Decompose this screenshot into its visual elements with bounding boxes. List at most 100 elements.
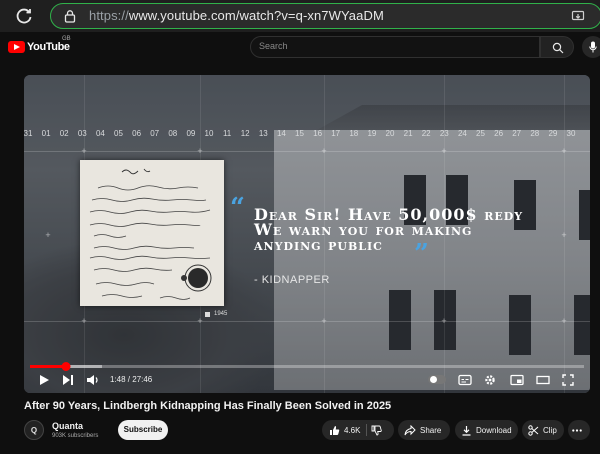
timeline-tick-label: 16 — [313, 129, 323, 138]
timeline-tick-label: 18 — [349, 129, 359, 138]
theater-mode-icon[interactable] — [536, 374, 550, 386]
miniplayer-icon[interactable] — [510, 374, 524, 386]
search-button[interactable] — [540, 36, 574, 58]
share-arrow-icon — [404, 424, 416, 435]
timeline-tick-label: 04 — [95, 129, 105, 138]
more-horizontal-icon — [572, 428, 582, 432]
share-button[interactable]: Share — [398, 420, 450, 440]
timeline-tick-label: 23 — [439, 129, 449, 138]
clip-label: Clip — [543, 425, 557, 435]
year-marker-icon — [205, 312, 210, 317]
address-bar[interactable]: https://www.youtube.com/watch?v=q-xn7WYa… — [50, 3, 600, 29]
voice-search-button[interactable] — [582, 36, 600, 58]
timeline-tick-label: 19 — [367, 129, 377, 138]
timeline-tick-label: 03 — [77, 129, 87, 138]
progress-bar[interactable] — [30, 362, 584, 371]
search-placeholder: Search — [259, 41, 288, 51]
timeline-tick-label: 12 — [240, 129, 250, 138]
scissors-icon — [528, 424, 539, 436]
like-dislike-group: 4.6K — [322, 420, 394, 440]
timeline-tick-label: 25 — [476, 129, 485, 138]
more-actions-button[interactable] — [568, 420, 590, 440]
timeline-tick-label: 11 — [222, 129, 232, 138]
grid-plus-marker: + — [197, 146, 203, 156]
timeline-tick-label: 10 — [204, 129, 214, 138]
timeline-tick-label: 01 — [41, 129, 51, 138]
timeline-tick-label: 30 — [566, 129, 576, 138]
subscriber-count: 903K subscribers — [52, 433, 99, 439]
subscribe-button[interactable]: Subscribe — [118, 420, 168, 440]
timeline-tick-label: 02 — [59, 129, 69, 138]
browser-toolbar: https://www.youtube.com/watch?v=q-xn7WYa… — [0, 0, 600, 32]
volume-icon[interactable] — [86, 374, 100, 386]
timeline-tick-label: 26 — [494, 129, 504, 138]
like-button[interactable]: 4.6K — [322, 420, 366, 440]
dislike-button[interactable] — [371, 420, 393, 440]
lock-icon[interactable] — [63, 9, 77, 23]
scrubber-handle[interactable] — [61, 362, 71, 371]
channel-avatar-letter: Q — [30, 425, 38, 435]
grid-plus-marker: + — [45, 230, 51, 240]
video-player[interactable]: + + + + + + + + + + + + 31 01 02 03 04 05 06 07 08 09 10 11 12 1… — [24, 75, 590, 393]
timeline-tick-label: 21 — [403, 129, 413, 138]
timeline-ticks: 31 01 02 03 04 05 06 07 08 09 10 11 12 13 14 15 16 17 18 19… — [24, 129, 590, 145]
close-quote-icon: ” — [414, 239, 429, 269]
settings-gear-icon[interactable] — [484, 374, 496, 386]
channel-name[interactable]: Quanta — [52, 421, 83, 431]
grid-plus-marker: + — [561, 316, 567, 326]
ransom-note-image — [80, 160, 224, 306]
timeline-tick-label: 08 — [168, 129, 178, 138]
grid-plus-marker: + — [441, 316, 447, 326]
youtube-play-icon — [8, 41, 25, 53]
search-input[interactable]: Search — [250, 36, 540, 58]
timeline-tick-label: 05 — [114, 129, 123, 138]
timeline-tick-label: 06 — [132, 129, 142, 138]
time-display: 1:48 / 27:46 — [110, 375, 153, 384]
clip-button[interactable]: Clip — [522, 420, 564, 440]
url-path: www.youtube.com/watch?v=q-xn7WYaaDM — [128, 8, 384, 23]
region-code: GB — [62, 36, 71, 42]
grid-plus-marker: + — [81, 146, 87, 156]
download-label: Download — [476, 425, 512, 435]
quote-attribution: - KIDNAPPER — [254, 274, 330, 286]
grid-line — [24, 321, 590, 322]
fullscreen-icon[interactable] — [562, 374, 574, 386]
youtube-header: YouTube GB Search — [0, 32, 600, 62]
microphone-icon — [589, 41, 597, 53]
open-quote-icon: “ — [230, 193, 245, 223]
timeline-tick-label: 15 — [295, 129, 304, 138]
logo-wordmark: YouTube — [27, 41, 70, 53]
reload-icon[interactable] — [14, 6, 34, 26]
subtitles-icon[interactable] — [458, 374, 472, 386]
play-icon[interactable] — [38, 374, 50, 386]
search-icon — [552, 42, 564, 54]
thumbs-down-icon — [371, 425, 382, 435]
photo-year-label: 1945 — [214, 311, 228, 317]
like-count: 4.6K — [344, 425, 361, 435]
download-button[interactable]: Download — [455, 420, 518, 440]
grid-plus-marker: + — [441, 146, 447, 156]
handwritten-note-scribble — [89, 168, 212, 300]
timeline-tick-label: 07 — [150, 129, 160, 138]
video-title: After 90 Years, Lindbergh Kidnapping Has… — [24, 400, 392, 412]
timeline-tick-label: 17 — [331, 129, 341, 138]
timeline-tick-label: 28 — [530, 129, 540, 138]
url-scheme: https:// — [89, 8, 129, 23]
share-label: Share — [420, 425, 442, 435]
download-icon — [462, 425, 471, 436]
grid-plus-marker: + — [81, 316, 87, 326]
next-icon[interactable] — [62, 374, 74, 386]
timeline-tick-label: 13 — [258, 129, 268, 138]
timeline-tick-label: 24 — [457, 129, 467, 138]
timeline-tick-label: 20 — [385, 129, 395, 138]
autoplay-toggle[interactable] — [428, 375, 446, 384]
url-text[interactable]: https://www.youtube.com/watch?v=q-xn7WYa… — [89, 8, 384, 23]
thumbs-up-icon — [330, 425, 340, 435]
grid-plus-marker: + — [321, 146, 327, 156]
channel-avatar[interactable]: Q — [24, 420, 44, 440]
autoplay-knob — [430, 376, 437, 383]
install-app-icon[interactable] — [571, 9, 585, 23]
youtube-logo[interactable]: YouTube GB — [8, 36, 71, 54]
grid-plus-marker: + — [561, 146, 567, 156]
like-divider — [366, 424, 367, 436]
